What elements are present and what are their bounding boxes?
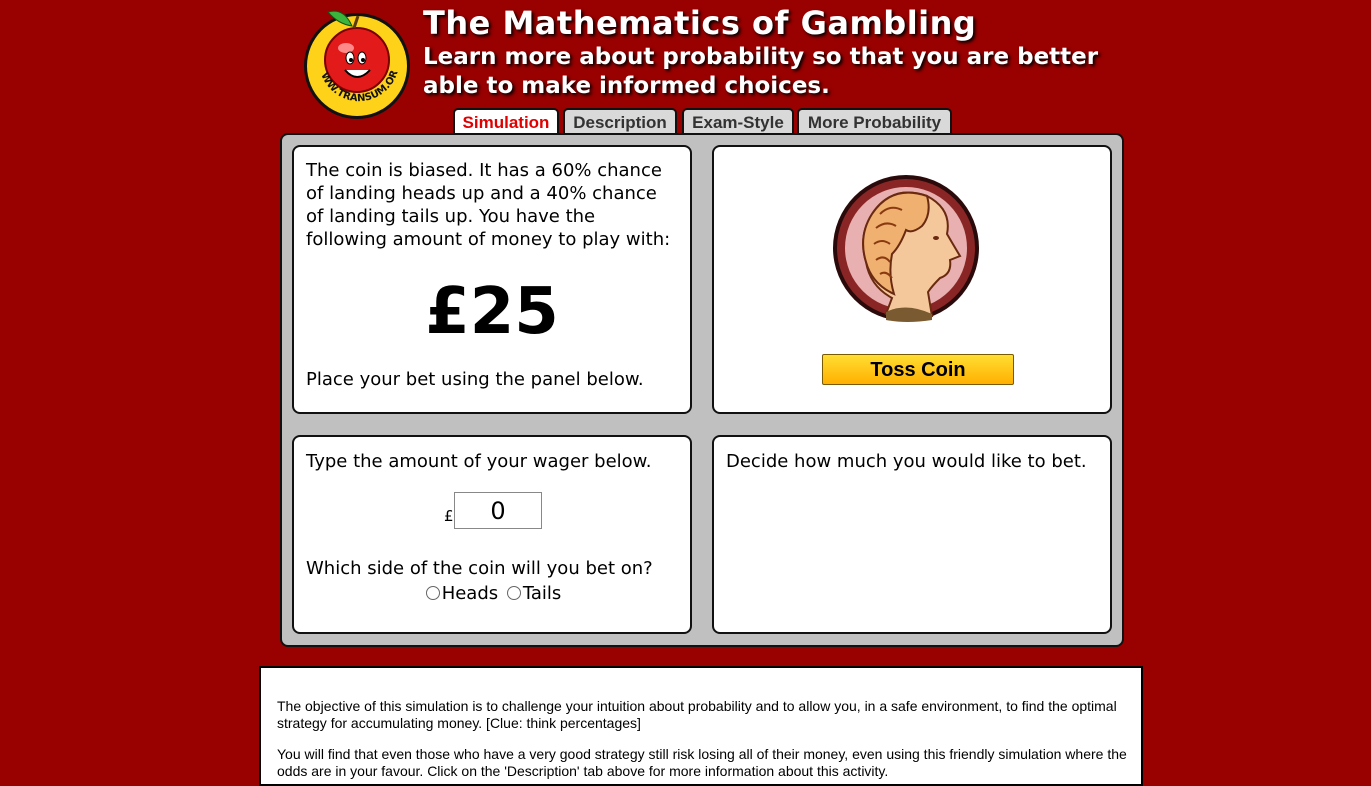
heads-label[interactable]: Heads [442, 583, 498, 604]
heads-radio[interactable] [425, 586, 440, 600]
wager-label: Type the amount of your wager below. [306, 451, 652, 472]
status-box: Decide how much you would like to bet. [712, 435, 1112, 634]
bet-instruction: Place your bet using the panel below. [306, 369, 644, 390]
intro-text: The coin is biased. It has a 60% chance … [306, 160, 671, 250]
info-panel: The objective of this simulation is to c… [259, 666, 1143, 786]
info-paragraph-2: You will find that even those who have a… [277, 746, 1127, 779]
wager-input[interactable] [454, 492, 542, 529]
simulation-panel: The coin is biased. It has a 60% chance … [280, 133, 1124, 647]
coin-box: Toss Coin [712, 145, 1112, 414]
tab-more-probability[interactable]: More Probability [797, 108, 952, 135]
status-message: Decide how much you would like to bet. [726, 451, 1087, 472]
toss-coin-button[interactable]: Toss Coin [822, 354, 1014, 385]
page-subtitle: Learn more about probability so that you… [423, 44, 1099, 99]
wager-box: Type the amount of your wager below. £ W… [292, 435, 692, 634]
side-question: Which side of the coin will you bet on? [306, 558, 653, 579]
tab-exam-style[interactable]: Exam-Style [682, 108, 794, 135]
tab-description[interactable]: Description [563, 108, 677, 135]
money-amount: £25 [425, 275, 559, 349]
page-title: The Mathematics of Gambling [423, 4, 977, 42]
tails-radio[interactable] [506, 586, 521, 600]
intro-box: The coin is biased. It has a 60% chance … [292, 145, 692, 414]
info-paragraph-1: The objective of this simulation is to c… [277, 698, 1117, 731]
side-options: Heads Tails [294, 583, 690, 604]
coin-image[interactable] [832, 174, 980, 322]
tails-label[interactable]: Tails [523, 583, 561, 604]
transum-logo[interactable]: WWW.TRANSUM.ORG [302, 4, 412, 120]
currency-symbol: £ [444, 507, 454, 525]
